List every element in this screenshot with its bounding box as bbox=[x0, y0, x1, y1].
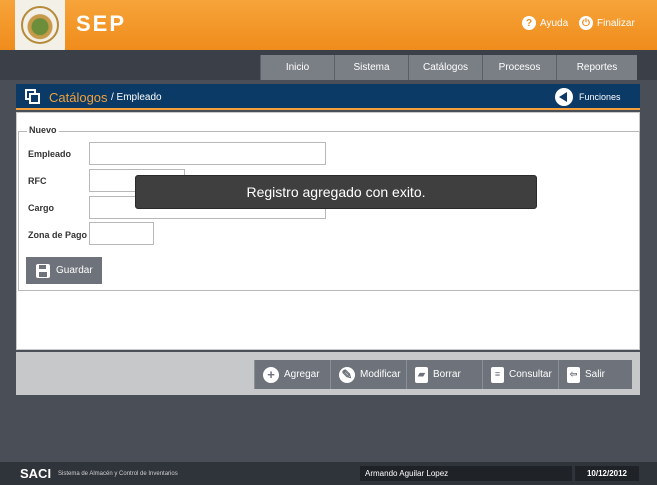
action-toolbar: + Agregar ✎ Modificar ▰ Borrar ≡ Consult… bbox=[16, 352, 640, 395]
save-label: Guardar bbox=[56, 265, 93, 276]
app-footer: SACI Sistema de Almacén y Control de Inv… bbox=[0, 462, 657, 485]
exit-button[interactable]: ⇦ Salir bbox=[558, 360, 632, 389]
question-icon: ? bbox=[522, 16, 536, 30]
user-name: Armando Aguilar Lopez bbox=[360, 466, 572, 481]
help-link[interactable]: ? Ayuda bbox=[522, 16, 568, 30]
breadcrumb: Catálogos / Empleado Funciones bbox=[16, 84, 640, 110]
empleado-label: Empleado bbox=[28, 149, 72, 159]
query-label: Consultar bbox=[509, 369, 552, 380]
zona-pago-label: Zona de Pago bbox=[28, 230, 88, 240]
pencil-icon: ✎ bbox=[339, 366, 355, 383]
nav-catalogos[interactable]: Catálogos bbox=[408, 55, 482, 80]
sep-logo bbox=[15, 0, 65, 50]
zona-pago-input[interactable] bbox=[89, 222, 154, 245]
delete-label: Borrar bbox=[433, 369, 461, 380]
help-label: Ayuda bbox=[540, 17, 569, 29]
empleado-input[interactable] bbox=[89, 142, 326, 165]
windows-icon bbox=[25, 89, 41, 105]
exit-arrow-icon: ⇦ bbox=[567, 366, 580, 383]
back-arrow-icon bbox=[555, 88, 573, 106]
nav-inicio[interactable]: Inicio bbox=[260, 55, 334, 80]
current-date: 10/12/2012 bbox=[575, 466, 639, 481]
app-header: SEP ? Ayuda ⏻ Finalizar bbox=[0, 0, 657, 50]
logout-label: Finalizar bbox=[597, 17, 635, 29]
page-subtitle: / Empleado bbox=[111, 92, 162, 103]
app-name: SACI bbox=[20, 466, 52, 481]
new-record-fieldset: Nuevo Empleado RFC Cargo Zona de Pago Gu… bbox=[18, 125, 640, 291]
delete-button[interactable]: ▰ Borrar bbox=[406, 360, 482, 389]
save-button[interactable]: Guardar bbox=[26, 257, 102, 284]
floppy-icon bbox=[36, 263, 50, 278]
rfc-label: RFC bbox=[28, 176, 47, 186]
nav-reportes[interactable]: Reportes bbox=[556, 55, 637, 80]
content-panel: Nuevo Empleado RFC Cargo Zona de Pago Gu… bbox=[16, 112, 640, 350]
eraser-icon: ▰ bbox=[415, 366, 428, 383]
query-button[interactable]: ≡ Consultar bbox=[482, 360, 558, 389]
app-full-name: Sistema de Almacén y Control de Inventar… bbox=[58, 471, 178, 477]
add-label: Agregar bbox=[284, 369, 320, 380]
cargo-label: Cargo bbox=[28, 203, 55, 213]
plus-icon: + bbox=[263, 366, 279, 383]
add-button[interactable]: + Agregar bbox=[254, 360, 330, 389]
brand-title: SEP bbox=[76, 11, 127, 36]
power-icon: ⏻ bbox=[579, 16, 593, 30]
functions-button[interactable]: Funciones bbox=[555, 88, 621, 106]
success-toast: Registro agregado con exito. bbox=[135, 175, 537, 209]
edit-label: Modificar bbox=[360, 369, 401, 380]
nav-sistema[interactable]: Sistema bbox=[334, 55, 408, 80]
fieldset-legend: Nuevo bbox=[27, 125, 59, 135]
page-title[interactable]: Catálogos bbox=[49, 90, 108, 105]
main-nav: Inicio Sistema Catálogos Procesos Report… bbox=[260, 55, 637, 80]
nav-procesos[interactable]: Procesos bbox=[482, 55, 556, 80]
logout-link[interactable]: ⏻ Finalizar bbox=[579, 16, 635, 30]
edit-button[interactable]: ✎ Modificar bbox=[330, 360, 406, 389]
functions-label: Funciones bbox=[579, 92, 621, 102]
mexico-seal-icon bbox=[21, 6, 59, 44]
exit-label: Salir bbox=[585, 369, 606, 380]
document-icon: ≡ bbox=[491, 366, 504, 383]
